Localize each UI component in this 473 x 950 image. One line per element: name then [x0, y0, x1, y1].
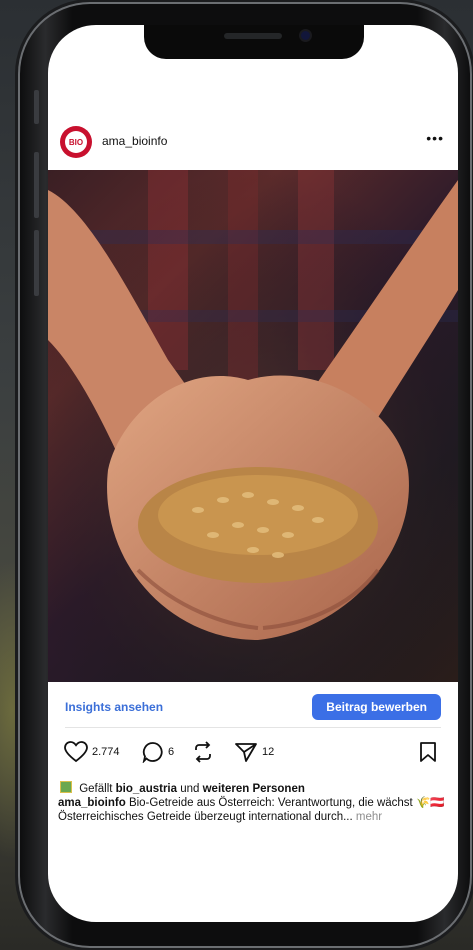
bookmark-icon[interactable] — [418, 741, 438, 763]
more-link[interactable]: mehr — [356, 811, 382, 823]
volume-down-button — [34, 230, 39, 296]
caption-line2: Österreichisches Getreide überzeugt inte… — [58, 810, 450, 824]
comment-action[interactable]: 6 — [142, 741, 174, 763]
share-action[interactable]: 12 — [234, 741, 274, 763]
send-icon[interactable] — [234, 741, 258, 763]
promote-post-button[interactable]: Beitrag bewerben — [312, 694, 441, 720]
notch — [144, 25, 364, 59]
post-header: BIO ama_bioinfo ••• — [48, 120, 458, 170]
volume-up-button — [34, 152, 39, 218]
liked-prefix: Gefällt — [79, 783, 113, 795]
comment-count: 6 — [168, 746, 175, 758]
like-action[interactable]: 2.774 — [64, 741, 120, 763]
more-options-icon[interactable]: ••• — [426, 130, 444, 146]
divider — [65, 727, 441, 728]
like-count: 2.774 — [92, 746, 120, 758]
save-action[interactable] — [418, 741, 438, 763]
speaker-grille — [224, 33, 282, 39]
avatar[interactable]: BIO — [60, 126, 92, 158]
post-photo[interactable] — [48, 170, 458, 682]
avatar-logo: BIO — [65, 131, 87, 153]
heart-icon[interactable] — [64, 741, 88, 763]
share-count: 12 — [262, 746, 275, 758]
insights-bar: Insights ansehen Beitrag bewerben — [48, 690, 458, 726]
phone-screen: BIO ama_bioinfo ••• Insights ansehen Bei… — [48, 25, 458, 922]
hands-with-grain-illustration — [48, 170, 458, 682]
username[interactable]: ama_bioinfo — [102, 134, 167, 148]
front-camera — [301, 31, 310, 40]
post-caption: Gefällt bio_austria und weiteren Persone… — [58, 781, 450, 824]
repost-action[interactable] — [192, 741, 214, 763]
caption-author[interactable]: ama_bioinfo — [58, 797, 126, 809]
caption-text: ama_bioinfo Bio-Getreide aus Österreich:… — [58, 796, 450, 810]
comment-icon[interactable] — [142, 741, 164, 763]
liked-by-avatar-icon — [60, 781, 72, 793]
action-bar: 2.774 6 12 — [48, 737, 458, 771]
repost-icon[interactable] — [192, 741, 214, 763]
liked-mid: und — [180, 783, 200, 795]
caption-body: Bio-Getreide aus Österreich: Verantwortu… — [128, 797, 445, 809]
mute-switch — [34, 90, 39, 124]
liked-by-line: Gefällt bio_austria und weiteren Persone… — [58, 781, 450, 796]
liked-others-link[interactable]: weiteren Personen — [203, 783, 305, 795]
insights-link[interactable]: Insights ansehen — [65, 700, 163, 714]
caption-continuation: Österreichisches Getreide überzeugt inte… — [58, 811, 353, 823]
liked-user-link[interactable]: bio_austria — [116, 783, 177, 795]
